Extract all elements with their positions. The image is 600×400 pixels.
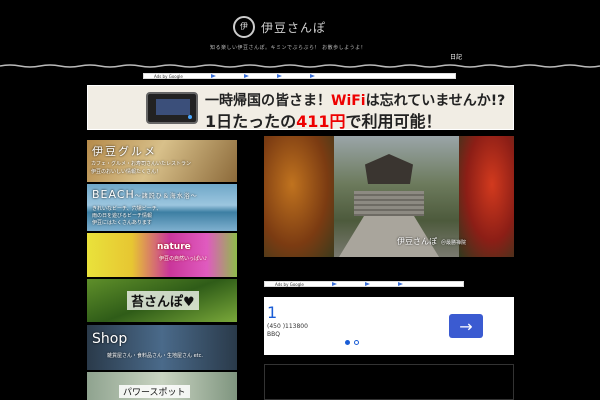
site-title: 伊豆さんぽ <box>261 20 327 35</box>
arrow-right-icon[interactable]: → <box>449 314 483 338</box>
tile-title: BEACH～諸説ひ＆海水浴～ <box>92 188 198 201</box>
ads-by-google-bar[interactable]: Ads by Google <box>143 73 456 79</box>
wifi-router-image <box>146 92 198 124</box>
adchoices-icon[interactable] <box>210 74 216 78</box>
logo-icon: 伊 <box>233 16 255 38</box>
tile-subtitle: 伊豆の自然いっぱい♪ <box>159 256 208 262</box>
nav-tile-koke[interactable]: 苔さんぽ♥ <box>87 279 237 322</box>
rope-divider <box>0 64 600 68</box>
site-logo[interactable]: 伊 伊豆さんぽ <box>233 16 326 38</box>
nav-tile-gourmet[interactable]: 伊豆グルメ カフェ・グルメ・お寿司さんいたレストラン 伊豆のおいしい情報たくさん！ <box>87 140 237 182</box>
adchoices-icon[interactable] <box>397 282 403 286</box>
nav-tile-shop[interactable]: Shop 雑貨屋さん・食料品さん・生地屋さん etc. <box>87 325 237 370</box>
tile-subtitle: きれいなビーチ、穴場ビーチ、 雨の日を遊びるビーチ情報 伊豆にはたくさんあります <box>92 206 162 226</box>
ad-name: BBQ <box>267 331 280 338</box>
hero-photo[interactable]: 伊豆さんぽ ＠最勝禅院 <box>264 136 514 257</box>
ads-by-google-label: Ads by Google <box>154 73 183 79</box>
text-ad[interactable]: 1 (450 )113800 BBQ → <box>264 297 514 355</box>
ad-phone: (450 )113800 <box>267 323 308 330</box>
adchoices-icon[interactable] <box>276 74 282 78</box>
tile-title: nature <box>157 242 191 252</box>
tile-title: 伊豆グルメ <box>92 145 157 158</box>
nav-tile-powerspot[interactable]: パワースポット <box>87 372 237 400</box>
tile-title: Shop <box>92 331 128 347</box>
wifi-banner-ad[interactable]: 一時帰国の皆さま！WiFiは忘れていませんか!? 1日たったの411円で利用可能… <box>87 85 514 131</box>
carousel-dot-active[interactable] <box>345 340 350 345</box>
tile-subtitle: 雑貨屋さん・食料品さん・生地屋さん etc. <box>107 353 203 359</box>
carousel-dot[interactable] <box>354 340 359 345</box>
embedded-video-frame[interactable] <box>264 364 514 400</box>
ads-by-google-bar[interactable]: Ads by Google <box>264 281 464 287</box>
nav-tile-nature[interactable]: nature 伊豆の自然いっぱい♪ <box>87 233 237 277</box>
tile-subtitle: カフェ・グルメ・お寿司さんいたレストラン 伊豆のおいしい情報たくさん！ <box>91 161 192 175</box>
banner-line-2: 1日たったの411円で利用可能！ <box>205 112 442 131</box>
adchoices-icon[interactable] <box>364 282 370 286</box>
tile-title: 苔さんぽ♥ <box>127 291 199 310</box>
adchoices-icon[interactable] <box>243 74 249 78</box>
ads-by-google-label: Ads by Google <box>275 281 304 287</box>
site-tagline: 知る楽しい伊豆さんぽ。キミンでぶらぶら！ お散歩しようよ！ <box>210 45 367 51</box>
adchoices-icon[interactable] <box>331 282 337 286</box>
hero-caption: 伊豆さんぽ ＠最勝禅院 <box>397 237 467 246</box>
adchoices-icon[interactable] <box>309 74 315 78</box>
nav-tile-beach[interactable]: BEACH～諸説ひ＆海水浴～ きれいなビーチ、穴場ビーチ、 雨の日を遊びるビーチ情… <box>87 184 237 231</box>
tile-title: パワースポット <box>119 385 190 398</box>
banner-line-1: 一時帰国の皆さま！WiFiは忘れていませんか!? <box>205 93 506 109</box>
ad-number: 1 <box>267 303 278 322</box>
diary-link[interactable]: 日記 <box>450 52 462 61</box>
logo-glyph: 伊 <box>240 22 248 31</box>
